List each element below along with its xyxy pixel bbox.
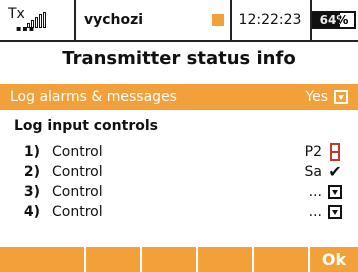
log-alarms-row[interactable]: Log alarms & messages Yes	[0, 84, 358, 110]
dropdown-arrow-icon[interactable]	[328, 205, 342, 219]
control-number: 2)	[23, 164, 40, 180]
dropdown-arrow-icon[interactable]	[334, 90, 348, 104]
control-number: 3)	[23, 184, 40, 200]
control-number: 1)	[23, 144, 40, 160]
control-row-2[interactable]: 2) Control Sa ✔	[0, 162, 358, 182]
tx-signal-indicator: Tx ▪▪▪	[0, 0, 76, 40]
softkey-2[interactable]	[86, 247, 142, 272]
control-value: P2	[304, 144, 322, 160]
model-name: vychozi	[84, 12, 144, 28]
control-row-4[interactable]: 4) Control ...	[0, 202, 358, 222]
potentiometer-icon	[330, 143, 340, 161]
log-alarms-label: Log alarms & messages	[10, 89, 177, 105]
tx-label: Tx	[8, 6, 25, 22]
battery-icon: 64%	[312, 11, 356, 29]
log-alarms-value: Yes	[305, 89, 328, 105]
status-bar: Tx ▪▪▪ vychozi 12:22:23 64%	[0, 0, 358, 42]
indicator-square-icon	[212, 14, 224, 26]
signal-dots: ▪▪▪	[16, 24, 36, 33]
bottom-button-bar: Ok	[0, 247, 358, 272]
softkey-3[interactable]	[142, 247, 198, 272]
control-value: ...	[308, 204, 322, 220]
page-title: Transmitter status info	[62, 48, 296, 69]
control-label: Control	[52, 164, 103, 180]
softkey-4[interactable]	[198, 247, 254, 272]
control-value: ...	[308, 184, 322, 200]
battery-percent: 64%	[319, 13, 349, 27]
screen: Tx ▪▪▪ vychozi 12:22:23 64% Transmitter …	[0, 0, 358, 272]
control-row-1[interactable]: 1) Control P2	[0, 142, 358, 162]
checkmark-icon: ✔	[328, 162, 342, 181]
control-value: Sa	[304, 164, 322, 180]
clock-time: 12:22:23	[230, 0, 312, 40]
dropdown-arrow-icon[interactable]	[328, 185, 342, 199]
control-number: 4)	[23, 204, 40, 220]
section-title: Log input controls	[14, 118, 158, 134]
softkey-5[interactable]	[254, 247, 310, 272]
control-label: Control	[52, 144, 103, 160]
softkey-1[interactable]	[0, 247, 86, 272]
battery-indicator: 64%	[310, 0, 358, 40]
control-label: Control	[52, 184, 103, 200]
indicator-square	[206, 0, 232, 40]
control-label: Control	[52, 204, 103, 220]
ok-button[interactable]: Ok	[310, 247, 358, 272]
control-row-3[interactable]: 3) Control ...	[0, 182, 358, 202]
